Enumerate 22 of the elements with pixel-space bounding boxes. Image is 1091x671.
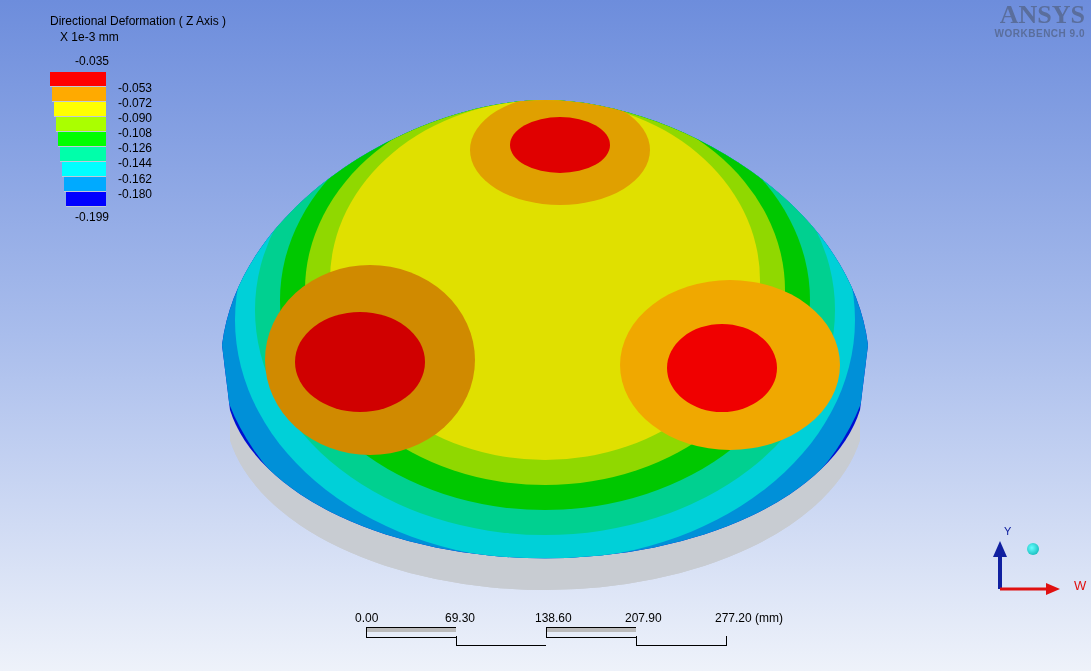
- legend-level-value: -0.090: [118, 111, 153, 127]
- scale-bar-label: 207.90: [625, 611, 662, 625]
- legend-level-value: -0.108: [118, 126, 153, 142]
- scale-bar-label: 138.60: [535, 611, 572, 625]
- sphere-icon: [1027, 543, 1039, 555]
- legend-title: Directional Deformation ( Z Axis ): [50, 14, 227, 28]
- legend-level-value: -0.053: [118, 81, 153, 97]
- legend-unit: X 1e-3 mm: [60, 30, 120, 44]
- axis-label: Y: [1004, 525, 1012, 537]
- scale-bar-label: 69.30: [445, 611, 476, 625]
- legend-max-value: -0.035: [75, 54, 111, 68]
- scale-bar-label: 277.20 (mm): [715, 611, 784, 625]
- scale-bar-label: 0.00: [355, 611, 379, 625]
- legend-level-value: -0.180: [118, 186, 153, 202]
- legend-level-value: -0.144: [118, 156, 153, 172]
- logo-subtitle: WORKBENCH 9.0: [994, 28, 1085, 39]
- legend-level-value: -0.072: [118, 96, 153, 112]
- legend-level-value: -0.126: [118, 141, 153, 157]
- legend-level-value: -0.162: [118, 171, 153, 187]
- axis-label: W: [1074, 578, 1087, 593]
- logo-text: ANSYS: [998, 2, 1085, 28]
- legend-min-value: -0.199: [75, 210, 111, 224]
